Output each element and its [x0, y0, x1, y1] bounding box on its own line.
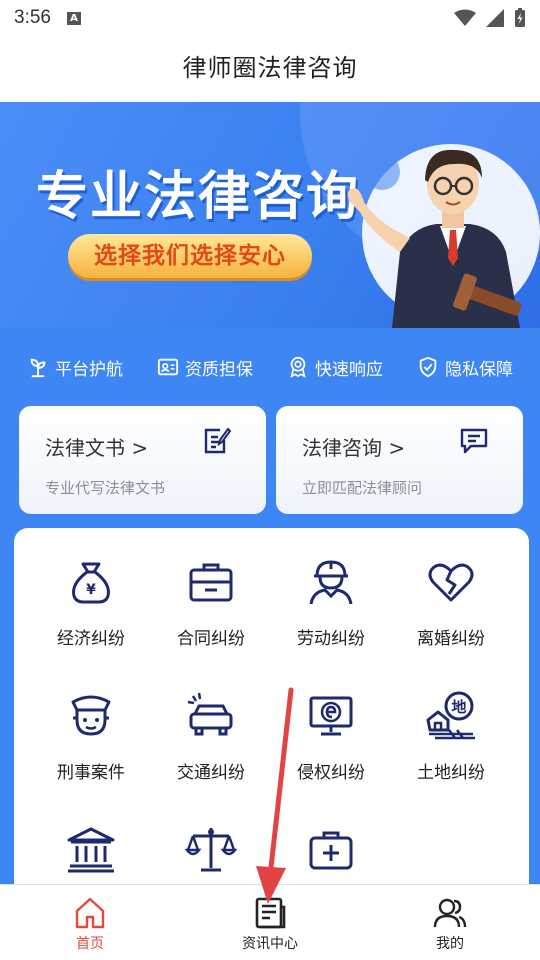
news-icon — [255, 897, 286, 929]
shield-check-icon — [419, 356, 437, 378]
category-contract[interactable]: 合同纠纷 — [151, 556, 271, 649]
lawyer-illustration — [347, 149, 522, 328]
category-land[interactable]: 地 土地纠纷 — [391, 690, 511, 783]
scales-icon — [185, 828, 237, 872]
document-edit-icon — [204, 427, 232, 454]
feature-qualification: 资质担保 — [157, 355, 253, 380]
category-label: 劳动纠纷 — [297, 629, 365, 649]
legal-consult-card[interactable]: 法律咨询 > 立即匹配法律顾问 — [276, 406, 523, 514]
car-crash-icon — [187, 692, 233, 736]
feature-response: 快速响应 — [287, 355, 383, 380]
monitor-icon — [309, 696, 353, 736]
signal-icon — [486, 9, 504, 27]
bottom-tab-bar: 首页 资讯中心 我的 — [0, 884, 540, 960]
card-title: 法律咨询 > — [302, 436, 406, 460]
feature-privacy: 隐私保障 — [417, 355, 513, 380]
feature-label: 快速响应 — [315, 359, 383, 380]
feature-label: 隐私保障 — [445, 359, 513, 380]
category-tort[interactable]: 侵权纠纷 — [271, 690, 391, 783]
category-label: 刑事案件 — [57, 763, 125, 783]
banner-slogan: 选择我们选择安心 — [68, 234, 312, 278]
tab-news[interactable]: 资讯中心 — [180, 885, 360, 960]
feature-label: 平台护航 — [55, 359, 123, 380]
category-label: 交通纠纷 — [177, 763, 245, 783]
home-icon — [75, 897, 105, 929]
land-icon: 地 — [426, 691, 475, 740]
money-bag-icon: ¥ — [72, 562, 110, 604]
card-title: 法律文书 > — [45, 436, 149, 460]
briefcase-icon — [189, 563, 233, 602]
svg-text:¥: ¥ — [86, 582, 96, 598]
legal-documents-card[interactable]: 法律文书 > 专业代写法律文书 — [19, 406, 266, 514]
medical-kit-icon — [309, 831, 353, 870]
banner-title: 专业法律咨询 — [36, 167, 361, 227]
svg-text:地: 地 — [451, 698, 466, 716]
feature-label: 资质担保 — [185, 359, 253, 380]
feature-platform: 平台护航 — [27, 355, 123, 380]
category-justice[interactable] — [151, 824, 271, 892]
category-medical[interactable] — [271, 824, 391, 892]
category-divorce[interactable]: 离婚纠纷 — [391, 556, 511, 649]
category-label: 土地纠纷 — [417, 763, 485, 783]
category-label: 侵权纠纷 — [297, 763, 365, 783]
sprout-icon — [30, 358, 46, 378]
status-indicators — [454, 8, 526, 28]
category-criminal[interactable]: 刑事案件 — [31, 690, 151, 783]
category-label: 经济纠纷 — [57, 629, 125, 649]
card-subtitle: 专业代写法律文书 — [45, 479, 166, 497]
wifi-icon — [454, 9, 476, 26]
worker-icon — [309, 560, 353, 605]
app-header: 律师圈法律咨询 — [0, 36, 540, 102]
battery-icon — [515, 8, 525, 27]
category-label: 合同纠纷 — [177, 629, 245, 649]
police-icon — [71, 695, 111, 736]
chat-bubble-icon — [460, 428, 488, 454]
category-traffic[interactable]: 交通纠纷 — [151, 690, 271, 783]
tab-label: 我的 — [436, 936, 464, 952]
category-court[interactable] — [31, 824, 151, 892]
promo-banner[interactable]: 专业法律咨询 选择我们选择安心 — [0, 102, 540, 328]
category-labor[interactable]: 劳动纠纷 — [271, 556, 391, 649]
status-time: 3:56 — [14, 7, 51, 28]
tab-profile[interactable]: 我的 — [360, 885, 540, 960]
broken-heart-icon — [428, 563, 474, 602]
medal-icon — [290, 356, 306, 378]
status-bar: 3:56 A — [0, 0, 540, 36]
page-title: 律师圈法律咨询 — [182, 54, 358, 82]
tab-label: 资讯中心 — [242, 936, 298, 952]
court-building-icon — [67, 827, 115, 873]
card-subtitle: 立即匹配法律顾问 — [302, 479, 423, 497]
category-label: 离婚纠纷 — [417, 629, 485, 649]
notification-icon: A — [66, 11, 81, 25]
category-economic[interactable]: ¥ 经济纠纷 — [31, 556, 151, 649]
tab-label: 首页 — [76, 936, 104, 952]
user-icon — [433, 898, 467, 928]
tab-home[interactable]: 首页 — [0, 885, 180, 960]
id-card-icon — [157, 358, 179, 376]
features-row: 平台护航 资质担保 快速响应 隐私保障 — [0, 340, 540, 394]
